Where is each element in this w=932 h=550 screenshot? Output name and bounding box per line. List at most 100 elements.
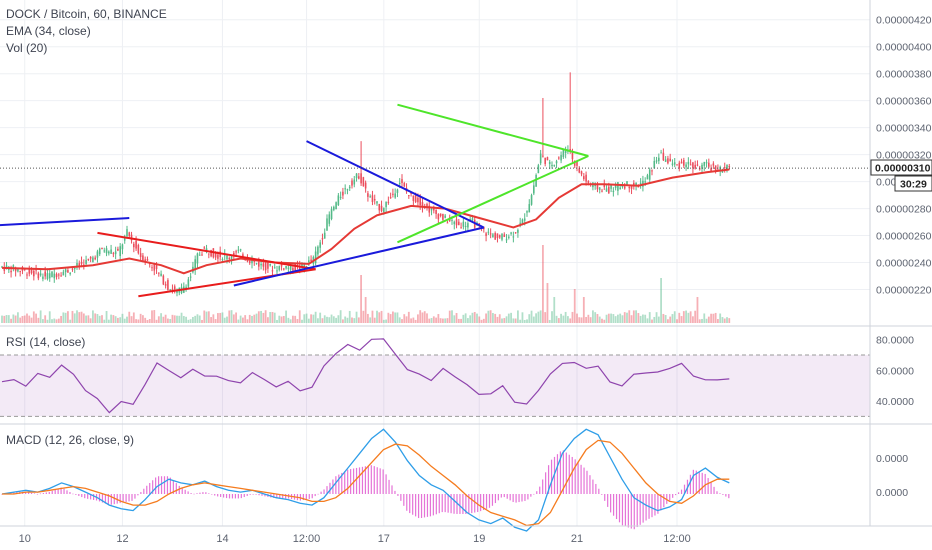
- macd-hist-bar: [592, 479, 594, 494]
- volume-bar: [262, 312, 265, 323]
- volume-bar: [196, 314, 199, 323]
- candle-body: [64, 269, 67, 273]
- volume-label[interactable]: Vol (20): [6, 40, 167, 57]
- candle-body: [376, 201, 378, 204]
- macd-hist-bar: [231, 494, 234, 499]
- candle-body: [387, 201, 390, 203]
- candle-body: [48, 273, 51, 279]
- volume-bar: [110, 314, 112, 323]
- volume-bar: [394, 312, 397, 323]
- volume-bar: [689, 311, 692, 323]
- volume-bar: [673, 311, 676, 323]
- volume-bar: [453, 315, 456, 323]
- macd-hist-bar: [565, 452, 567, 494]
- macd-hist-bar: [630, 494, 632, 529]
- volume-bar: [519, 319, 522, 323]
- volume-bar: [242, 317, 244, 323]
- candle-body: [103, 250, 106, 252]
- candle-body: [523, 218, 526, 221]
- volume-bar: [385, 319, 387, 323]
- macd-hist-bar: [601, 494, 603, 495]
- macd-hist-bar: [137, 494, 139, 496]
- macd-hist-bar: [160, 476, 163, 494]
- macd-hist-bar: [474, 494, 476, 513]
- candle-body: [651, 170, 653, 172]
- macd-hist-bar: [400, 494, 402, 501]
- macd-hist-bar: [243, 494, 245, 498]
- volume-bar: [712, 313, 715, 323]
- candle-body: [19, 271, 21, 273]
- volume-bar: [571, 311, 574, 323]
- macd-hist-bar: [63, 488, 65, 494]
- candle-body: [494, 232, 496, 240]
- volume-bar: [192, 316, 194, 323]
- volume-bar: [660, 278, 662, 323]
- volume-bar: [203, 310, 206, 323]
- volume-bar: [564, 311, 567, 323]
- macd-hist-bar: [335, 476, 337, 494]
- volume-bar: [78, 312, 81, 323]
- macd-hist-bar: [518, 494, 520, 503]
- candle-body: [378, 203, 381, 211]
- candle-body: [630, 186, 633, 189]
- volume-bar: [682, 311, 685, 323]
- volume-bar: [62, 312, 65, 323]
- candle-body: [544, 157, 546, 164]
- candle-body: [562, 150, 565, 158]
- volume-bar: [432, 316, 435, 323]
- volume-bar: [26, 313, 28, 323]
- volume-bar: [455, 313, 458, 323]
- macd-hist-bar: [477, 494, 479, 512]
- volume-bar: [112, 315, 115, 323]
- macd-label[interactable]: MACD (12, 26, close, 9): [6, 432, 134, 449]
- candle-body: [155, 265, 158, 270]
- macd-hist-bar: [503, 494, 505, 498]
- candle-body: [680, 161, 683, 164]
- volume-bar: [173, 315, 176, 323]
- macd-hist-bar: [370, 465, 372, 494]
- volume-bar: [723, 318, 726, 323]
- volume-bar: [537, 311, 540, 323]
- volume-bar: [644, 314, 647, 323]
- volume-bar: [485, 313, 487, 323]
- volume-bar: [403, 314, 406, 323]
- candle-body: [317, 246, 319, 255]
- macd-hist-bar: [69, 491, 71, 494]
- macd-hist-bar: [155, 477, 157, 494]
- candle-body: [89, 256, 92, 259]
- volume-bar: [69, 319, 72, 323]
- macd-hist-bar: [462, 494, 464, 514]
- volume-bar: [369, 317, 372, 323]
- volume-bar: [526, 319, 528, 323]
- volume-bar: [721, 317, 724, 323]
- candle-body: [121, 244, 124, 250]
- volume-bar: [582, 297, 585, 323]
- volume-bar: [237, 319, 240, 323]
- volume-bar: [357, 317, 360, 323]
- candle-body: [333, 206, 335, 210]
- volume-bar: [617, 314, 619, 323]
- candle-body: [444, 215, 446, 218]
- macd-hist-bar: [598, 488, 600, 494]
- macd-hist-bar: [728, 494, 730, 499]
- volume-bar: [435, 317, 437, 323]
- macd-hist-bar: [488, 494, 491, 508]
- macd-hist-bar: [435, 494, 437, 515]
- volume-bar: [28, 315, 31, 323]
- rsi-label[interactable]: RSI (14, close): [6, 334, 85, 351]
- volume-bar: [494, 313, 497, 323]
- candle-body: [392, 193, 394, 195]
- macd-hist-bar: [612, 494, 615, 516]
- candle-body: [689, 164, 692, 166]
- candle-body: [87, 258, 90, 260]
- volume-bar: [210, 317, 212, 323]
- volume-bar: [132, 312, 135, 323]
- candle-body: [110, 249, 112, 254]
- volume-bar: [523, 319, 526, 323]
- volume-bar: [421, 312, 424, 323]
- volume-bar: [578, 317, 581, 323]
- symbol-label[interactable]: DOCK / Bitcoin, 60, BINANCE: [6, 6, 167, 23]
- volume-bar: [719, 313, 722, 323]
- volume-bar: [71, 310, 74, 323]
- ema-label[interactable]: EMA (34, close): [6, 23, 167, 40]
